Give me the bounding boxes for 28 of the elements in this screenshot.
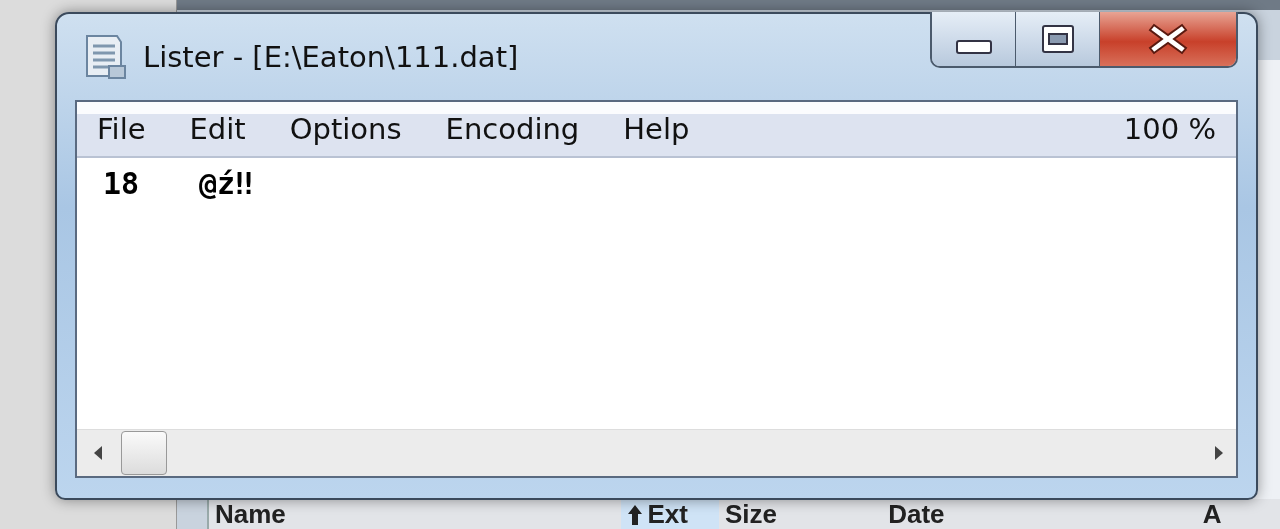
file-text: @ź‼ <box>199 166 254 201</box>
menu-item[interactable]: Encoding <box>445 112 602 146</box>
scroll-left-button[interactable] <box>93 445 103 461</box>
menu-item[interactable]: Options <box>289 112 424 146</box>
window-title: Lister - [E:\Eaton\111.dat] <box>143 40 519 74</box>
menu-item[interactable]: Edit <box>189 112 268 146</box>
column-label: Ext <box>647 499 688 529</box>
maximize-icon <box>1040 24 1075 54</box>
zoom-label: 100 % <box>1123 112 1216 146</box>
column-header[interactable]: Size <box>718 499 883 529</box>
close-icon <box>1148 22 1188 56</box>
scrollbar-thumb[interactable] <box>121 431 167 475</box>
menu-item[interactable]: Help <box>623 112 712 146</box>
sort-arrow-icon <box>627 504 644 526</box>
minimize-icon <box>955 40 992 54</box>
scroll-right-button[interactable] <box>1214 445 1224 461</box>
minimize-button[interactable] <box>932 12 1016 66</box>
horizontal-scrollbar[interactable] <box>77 429 1236 476</box>
right-arrow-icon <box>1214 445 1224 461</box>
close-button[interactable] <box>1100 12 1236 66</box>
line-number: 18 <box>103 166 141 201</box>
column-header[interactable]: A <box>1196 499 1280 529</box>
maximize-button[interactable] <box>1016 12 1100 66</box>
left-arrow-icon <box>93 445 103 461</box>
column-header[interactable]: Date <box>882 499 1197 529</box>
menu-item[interactable]: File <box>97 112 168 146</box>
column-header[interactable]: Name <box>209 499 622 529</box>
column-header[interactable]: Ext <box>621 499 719 529</box>
